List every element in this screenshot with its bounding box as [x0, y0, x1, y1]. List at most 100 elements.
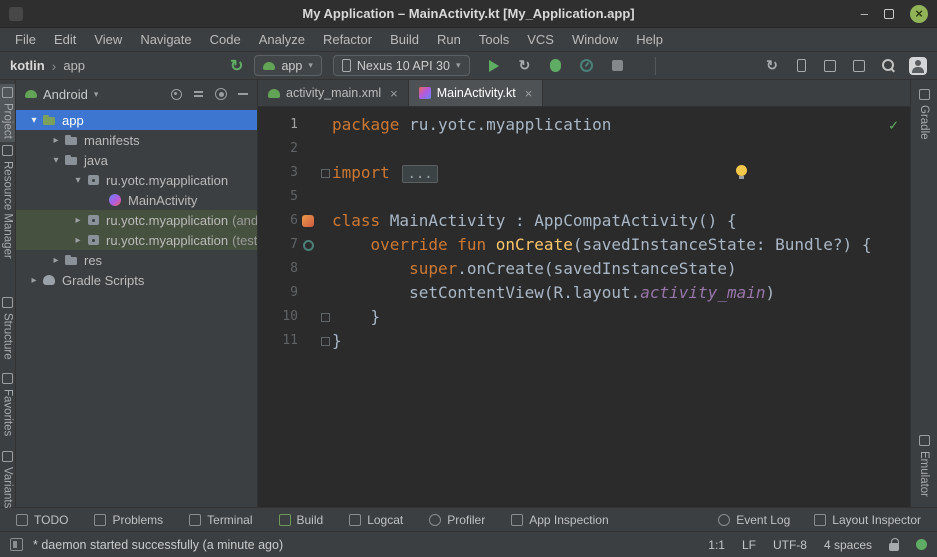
code-line-6[interactable]: 6class MainActivity : AppCompatActivity(…	[258, 209, 910, 233]
class-gutter-slot[interactable]	[298, 215, 318, 227]
chevron-right-icon[interactable]: ▸	[26, 275, 42, 286]
menu-navigate[interactable]: Navigate	[131, 32, 200, 47]
tab-activity-main-xml[interactable]: activity_main.xml×	[258, 80, 409, 106]
tool-window-event-log[interactable]: Event Log	[718, 513, 790, 527]
tool-window-todo[interactable]: TODO	[16, 513, 68, 527]
readonly-lock-icon[interactable]	[889, 543, 899, 551]
fold-marker-slot[interactable]	[318, 337, 332, 346]
tool-window-layout-inspector[interactable]: Layout Inspector	[814, 513, 921, 527]
status-message[interactable]: * daemon started successfully (a minute …	[33, 538, 283, 552]
menu-window[interactable]: Window	[563, 32, 627, 47]
code-line-2[interactable]: 2	[258, 137, 910, 161]
code-lines[interactable]: ✓ 1package ru.yotc.myapplication23import…	[258, 107, 910, 507]
tab-mainactivity-kt[interactable]: MainActivity.kt×	[409, 80, 544, 106]
settings-gear-icon[interactable]	[215, 88, 227, 100]
code-line-8[interactable]: 8 super.onCreate(savedInstanceState)	[258, 257, 910, 281]
intention-bulb-icon[interactable]	[736, 165, 747, 176]
code-line-1[interactable]: 1package ru.yotc.myapplication	[258, 113, 910, 137]
minimize-button[interactable]: –	[861, 7, 868, 20]
code-line-3[interactable]: 3import ...	[258, 161, 910, 185]
breadcrumb-module[interactable]: kotlin	[10, 58, 45, 73]
file-encoding[interactable]: UTF-8	[773, 538, 807, 552]
caret-position[interactable]: 1:1	[708, 538, 725, 552]
tool-stripe-resource-manager[interactable]: Resource Manager	[0, 142, 15, 262]
close-tab-icon[interactable]: ×	[390, 86, 398, 101]
fold-marker-slot[interactable]	[318, 313, 332, 322]
code-line-11[interactable]: 11}	[258, 329, 910, 353]
code-line-10[interactable]: 10 }	[258, 305, 910, 329]
title-bar[interactable]: My Application – MainActivity.kt [My_App…	[0, 0, 937, 28]
fold-marker-slot[interactable]	[318, 169, 332, 178]
gradle-sync-arrow-icon[interactable]: ↻	[230, 56, 243, 76]
collapse-all-icon[interactable]	[193, 89, 204, 100]
tool-window-logcat[interactable]: Logcat	[349, 513, 403, 527]
hide-panel-icon[interactable]	[238, 93, 248, 95]
locate-file-icon[interactable]	[171, 89, 182, 100]
tree-item-ru-yotc-myapplication[interactable]: ▸ru.yotc.myapplication(test)	[16, 230, 257, 250]
chevron-down-icon[interactable]: ▾	[26, 115, 42, 126]
breadcrumb-target[interactable]: app	[63, 58, 85, 73]
tool-stripe-structure[interactable]: Structure	[0, 294, 15, 363]
tool-stripe-emulator[interactable]: Emulator	[911, 432, 937, 500]
project-view-selector[interactable]: Android	[43, 87, 88, 102]
tree-item-java[interactable]: ▾java	[16, 150, 257, 170]
menu-run[interactable]: Run	[428, 32, 470, 47]
menu-refactor[interactable]: Refactor	[314, 32, 381, 47]
tree-item-mainactivity[interactable]: MainActivity	[16, 190, 257, 210]
apply-changes-button[interactable]: ↻	[517, 58, 533, 74]
device-manager-button[interactable]	[793, 58, 809, 74]
chevron-down-icon[interactable]: ▾	[48, 155, 64, 166]
stop-button[interactable]	[610, 58, 626, 74]
tool-window-terminal[interactable]: Terminal	[189, 513, 252, 527]
tool-window-profiler[interactable]: Profiler	[429, 513, 485, 527]
tool-stripe-gradle[interactable]: Gradle	[911, 86, 937, 143]
tool-window-toggle-icon[interactable]	[10, 538, 23, 551]
sdk-manager-button[interactable]	[822, 58, 838, 74]
line-separator[interactable]: LF	[742, 538, 756, 552]
highlighting-level-icon[interactable]	[916, 539, 927, 550]
chevron-right-icon[interactable]: ▸	[70, 215, 86, 226]
menu-file[interactable]: File	[6, 32, 45, 47]
menu-edit[interactable]: Edit	[45, 32, 85, 47]
menu-code[interactable]: Code	[201, 32, 250, 47]
tree-item-gradle-scripts[interactable]: ▸Gradle Scripts	[16, 270, 257, 290]
tool-stripe-variants[interactable]: Variants	[0, 448, 15, 511]
tool-window-build[interactable]: Build	[279, 513, 324, 527]
menu-help[interactable]: Help	[627, 32, 672, 47]
run-button[interactable]	[486, 58, 502, 74]
tree-item-ru-yotc-myapplication[interactable]: ▸ru.yotc.myapplication(androidTest)	[16, 210, 257, 230]
tree-item-res[interactable]: ▸res	[16, 250, 257, 270]
code-line-9[interactable]: 9 setContentView(R.layout.activity_main)	[258, 281, 910, 305]
code-line-5[interactable]: 5	[258, 185, 910, 209]
tool-stripe-project[interactable]: Project	[0, 84, 15, 142]
menu-vcs[interactable]: VCS	[518, 32, 563, 47]
close-button[interactable]: ×	[910, 5, 928, 23]
debug-button[interactable]	[548, 58, 564, 74]
tool-window-app-inspection[interactable]: App Inspection	[511, 513, 608, 527]
run-configuration-selector[interactable]: app ▾	[254, 55, 321, 76]
profiler-button[interactable]	[579, 58, 595, 74]
chevron-down-icon[interactable]: ▾	[70, 175, 86, 186]
menu-tools[interactable]: Tools	[470, 32, 518, 47]
maximize-button[interactable]	[884, 9, 894, 19]
tree-item-ru-yotc-myapplication[interactable]: ▾ru.yotc.myapplication	[16, 170, 257, 190]
chevron-right-icon[interactable]: ▸	[48, 135, 64, 146]
close-tab-icon[interactable]: ×	[525, 86, 533, 101]
menu-build[interactable]: Build	[381, 32, 428, 47]
chevron-right-icon[interactable]: ▸	[70, 235, 86, 246]
tree-item-app[interactable]: ▾app	[16, 110, 257, 130]
chevron-right-icon[interactable]: ▸	[48, 255, 64, 266]
avd-manager-button[interactable]	[851, 58, 867, 74]
code-line-7[interactable]: 7 override fun onCreate(savedInstanceSta…	[258, 233, 910, 257]
tool-window-problems[interactable]: Problems	[94, 513, 163, 527]
tree-item-manifests[interactable]: ▸manifests	[16, 130, 257, 150]
sync-project-button[interactable]: ↻	[764, 58, 780, 74]
tool-stripe-favorites[interactable]: Favorites	[0, 370, 15, 439]
device-selector[interactable]: Nexus 10 API 30 ▾	[333, 55, 470, 76]
indent-setting[interactable]: 4 spaces	[824, 538, 872, 552]
search-everywhere-button[interactable]	[880, 58, 896, 74]
profile-avatar[interactable]	[909, 57, 927, 75]
override-gutter-slot[interactable]	[298, 240, 318, 251]
menu-view[interactable]: View	[85, 32, 131, 47]
menu-analyze[interactable]: Analyze	[250, 32, 314, 47]
